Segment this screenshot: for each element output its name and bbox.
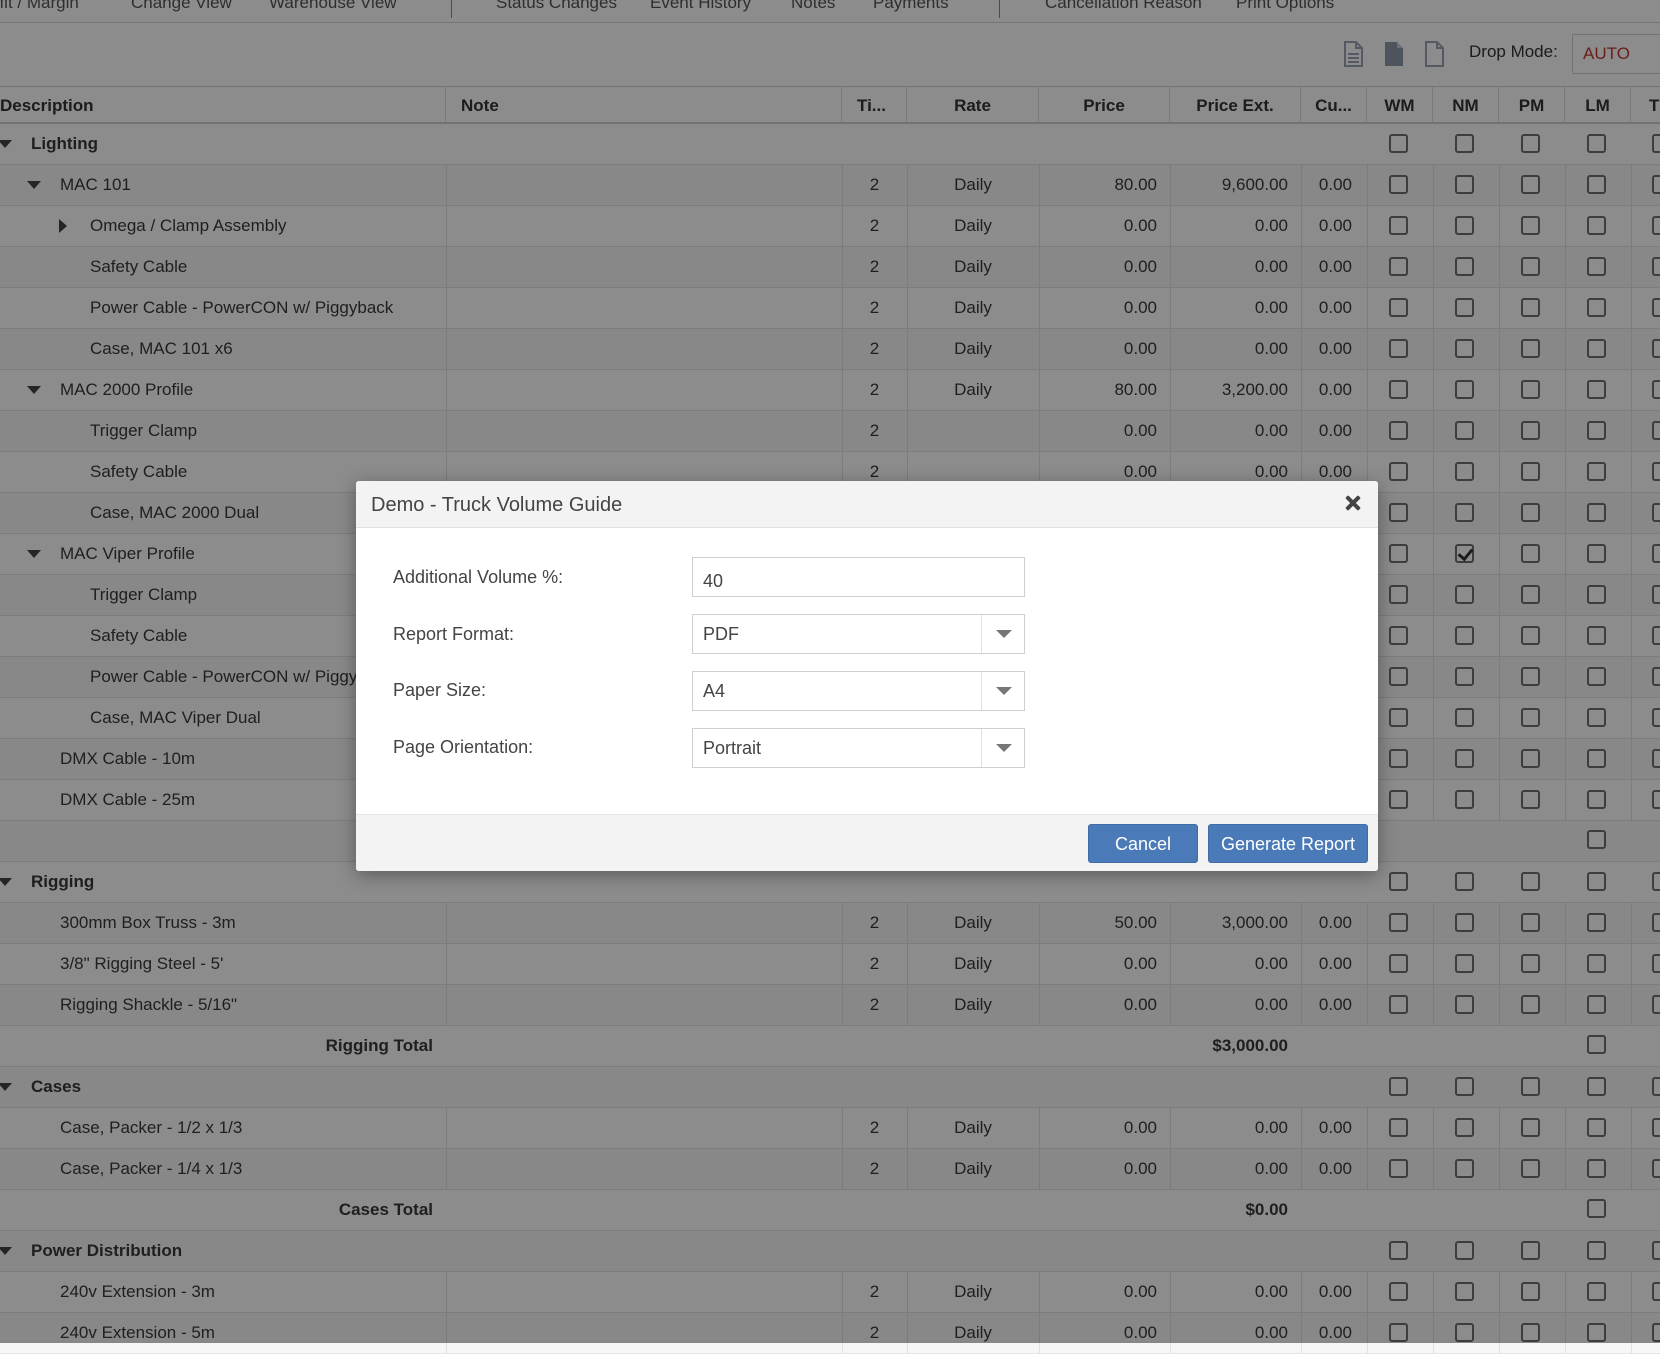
report-format-label: Report Format: — [393, 624, 515, 644]
page-orientation-value: Portrait — [703, 738, 762, 758]
additional-volume-input[interactable] — [692, 557, 1025, 597]
cancel-button[interactable]: Cancel — [1088, 824, 1198, 863]
close-icon[interactable] — [1342, 491, 1364, 515]
page-orientation-label: Page Orientation: — [393, 737, 534, 757]
paper-size-select[interactable]: A4 — [692, 671, 1025, 711]
report-format-value: PDF — [703, 624, 739, 644]
dialog-header: Demo - Truck Volume Guide — [356, 481, 1378, 528]
report-format-select[interactable]: PDF — [692, 614, 1025, 654]
truck-volume-dialog: Demo - Truck Volume Guide Additional Vol… — [356, 481, 1378, 871]
chevron-down-icon[interactable] — [981, 729, 1024, 767]
page-orientation-select[interactable]: Portrait — [692, 728, 1025, 768]
chevron-down-icon[interactable] — [981, 615, 1024, 653]
chevron-down-icon[interactable] — [981, 672, 1024, 710]
generate-report-button[interactable]: Generate Report — [1208, 824, 1368, 863]
paper-size-label: Paper Size: — [393, 680, 487, 700]
additional-volume-label: Additional Volume %: — [393, 567, 564, 587]
paper-size-value: A4 — [703, 681, 726, 701]
dialog-footer: Cancel Generate Report — [356, 814, 1378, 871]
dialog-title: Demo - Truck Volume Guide — [371, 494, 623, 516]
